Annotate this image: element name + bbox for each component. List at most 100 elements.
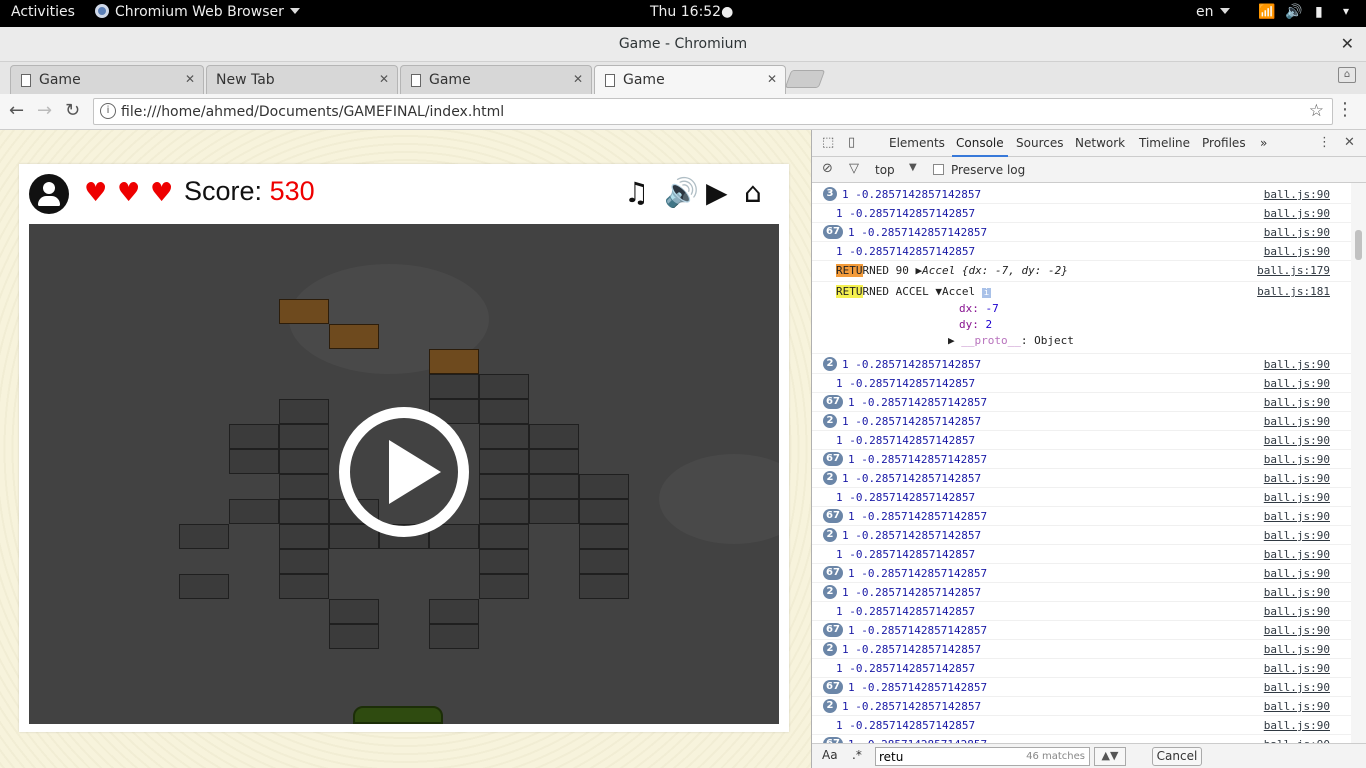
- console-row[interactable]: 1 -0.2857142857142857 ball.js:90: [812, 204, 1352, 223]
- search-field[interactable]: 46 matches: [875, 747, 1090, 766]
- source-link[interactable]: ball.js:90: [1264, 510, 1330, 523]
- search-prev-next-icon[interactable]: ▲▼: [1094, 747, 1126, 766]
- devtools-menu-icon[interactable]: ⋮: [1318, 135, 1331, 150]
- source-link[interactable]: ball.js:90: [1264, 358, 1330, 371]
- more-tabs-icon[interactable]: »: [1260, 136, 1267, 150]
- console-row[interactable]: 2 1 -0.2857142857142857 ball.js:90: [812, 697, 1352, 716]
- console-row[interactable]: 1 -0.2857142857142857 ball.js:90: [812, 716, 1352, 735]
- tab-sources[interactable]: Sources: [1016, 136, 1063, 150]
- console-row-returned-accel[interactable]: RETURNED ACCEL ▼Accel i dx: -7 dy: 2 ▶ _…: [812, 282, 1352, 354]
- chevron-down-icon[interactable]: ▼: [909, 162, 917, 173]
- app-menu[interactable]: Chromium Web Browser: [95, 4, 300, 20]
- console-row[interactable]: 671 -0.2857142857142857ball.js:90: [812, 507, 1352, 526]
- console-row[interactable]: 2 1 -0.2857142857142857 ball.js:90: [812, 355, 1352, 374]
- prop-proto[interactable]: ▶ __proto__: Object: [948, 334, 1074, 347]
- source-link[interactable]: ball.js:90: [1264, 245, 1330, 258]
- tab-close-icon[interactable]: ✕: [767, 72, 777, 86]
- console-row[interactable]: 1 -0.2857142857142857 ball.js:90: [812, 602, 1352, 621]
- source-link[interactable]: ball.js:90: [1264, 207, 1330, 220]
- inspect-element-icon[interactable]: ⬚: [822, 135, 834, 150]
- avatar-icon[interactable]: [29, 174, 69, 214]
- tab-elements[interactable]: Elements: [889, 136, 945, 150]
- console-row[interactable]: 671 -0.2857142857142857ball.js:90: [812, 223, 1352, 242]
- forward-icon[interactable]: →: [37, 100, 52, 121]
- new-tab-button[interactable]: [784, 70, 826, 88]
- console-row[interactable]: 1 -0.2857142857142857 ball.js:90: [812, 431, 1352, 450]
- source-link[interactable]: ball.js:179: [1257, 264, 1330, 277]
- tab-new-tab[interactable]: New Tab ✕: [206, 65, 398, 94]
- search-input[interactable]: [879, 749, 1019, 765]
- home-icon[interactable]: ⌂: [744, 178, 762, 208]
- console-row[interactable]: 2 1 -0.2857142857142857 ball.js:90: [812, 526, 1352, 545]
- window-close-icon[interactable]: ✕: [1341, 34, 1354, 53]
- tab-profiles[interactable]: Profiles: [1202, 136, 1246, 150]
- console-scrollbar[interactable]: [1351, 183, 1366, 743]
- console-row[interactable]: 2 1 -0.2857142857142857 ball.js:90: [812, 583, 1352, 602]
- console-row[interactable]: 2 1 -0.2857142857142857 ball.js:90: [812, 640, 1352, 659]
- device-mode-icon[interactable]: ▯: [848, 135, 855, 150]
- source-link[interactable]: ball.js:181: [1257, 285, 1330, 298]
- info-icon[interactable]: i: [100, 103, 116, 119]
- console-row[interactable]: 1 -0.2857142857142857 ball.js:90: [812, 488, 1352, 507]
- preserve-log-checkbox[interactable]: [933, 164, 944, 175]
- source-link[interactable]: ball.js:90: [1264, 586, 1330, 599]
- source-link[interactable]: ball.js:90: [1264, 719, 1330, 732]
- console-row[interactable]: 671 -0.2857142857142857ball.js:90: [812, 393, 1352, 412]
- clock[interactable]: Thu 16:52●: [650, 4, 733, 20]
- play-overlay-button[interactable]: [339, 407, 469, 537]
- context-selector[interactable]: top: [875, 163, 895, 177]
- console-row[interactable]: 671 -0.2857142857142857ball.js:90: [812, 735, 1352, 743]
- console-row[interactable]: 671 -0.2857142857142857ball.js:90: [812, 450, 1352, 469]
- speaker-icon[interactable]: 🔊: [1285, 4, 1302, 20]
- reload-icon[interactable]: ↻: [65, 100, 80, 121]
- tab-game-1[interactable]: Game ✕: [10, 65, 204, 94]
- volume-icon[interactable]: 🔊: [664, 178, 699, 208]
- url-input[interactable]: [121, 102, 1271, 122]
- scrollbar-thumb[interactable]: [1355, 230, 1362, 260]
- filter-icon[interactable]: ▽: [849, 161, 859, 176]
- source-link[interactable]: ball.js:90: [1264, 472, 1330, 485]
- music-icon[interactable]: ♫: [624, 178, 649, 208]
- bookmark-star-icon[interactable]: ☆: [1309, 101, 1324, 121]
- source-link[interactable]: ball.js:90: [1264, 681, 1330, 694]
- source-link[interactable]: ball.js:90: [1264, 377, 1330, 390]
- source-link[interactable]: ball.js:90: [1264, 567, 1330, 580]
- regex-toggle[interactable]: .*: [852, 748, 862, 762]
- console-row[interactable]: 671 -0.2857142857142857ball.js:90: [812, 564, 1352, 583]
- source-link[interactable]: ball.js:90: [1264, 396, 1330, 409]
- console-row[interactable]: 671 -0.2857142857142857ball.js:90: [812, 621, 1352, 640]
- match-case-toggle[interactable]: Aa: [822, 748, 838, 762]
- source-link[interactable]: ball.js:90: [1264, 700, 1330, 713]
- console-row[interactable]: 1 -0.2857142857142857 ball.js:90: [812, 659, 1352, 678]
- tab-close-icon[interactable]: ✕: [573, 72, 583, 86]
- source-link[interactable]: ball.js:90: [1264, 226, 1330, 239]
- play-icon[interactable]: ▶: [706, 178, 728, 208]
- tab-network[interactable]: Network: [1075, 136, 1125, 150]
- language-menu[interactable]: en: [1196, 4, 1230, 20]
- source-link[interactable]: ball.js:90: [1264, 529, 1330, 542]
- devtools-close-icon[interactable]: ✕: [1344, 135, 1355, 150]
- source-link[interactable]: ball.js:90: [1264, 643, 1330, 656]
- address-bar[interactable]: i ☆: [93, 98, 1333, 125]
- tab-game-2[interactable]: Game ✕: [400, 65, 592, 94]
- console-row[interactable]: 1 -0.2857142857142857 ball.js:90: [812, 545, 1352, 564]
- game-canvas[interactable]: [29, 224, 779, 724]
- tab-close-icon[interactable]: ✕: [185, 72, 195, 86]
- tab-game-active[interactable]: Game ✕: [594, 65, 786, 94]
- source-link[interactable]: ball.js:90: [1264, 453, 1330, 466]
- tab-console[interactable]: Console: [952, 136, 1008, 157]
- source-link[interactable]: ball.js:90: [1264, 434, 1330, 447]
- system-menu-icon[interactable]: ▾: [1343, 4, 1349, 18]
- cancel-button[interactable]: Cancel: [1152, 747, 1202, 766]
- console-row[interactable]: 1 -0.2857142857142857 ball.js:90: [812, 374, 1352, 393]
- console-row[interactable]: 671 -0.2857142857142857ball.js:90: [812, 678, 1352, 697]
- source-link[interactable]: ball.js:90: [1264, 188, 1330, 201]
- console-row-returned-90[interactable]: RETURNED 90 ▶Accel {dx: -7, dy: -2} ball…: [812, 261, 1352, 282]
- console-row[interactable]: 2 1 -0.2857142857142857 ball.js:90: [812, 412, 1352, 431]
- tab-timeline[interactable]: Timeline: [1139, 136, 1190, 150]
- source-link[interactable]: ball.js:90: [1264, 662, 1330, 675]
- profile-icon[interactable]: ⌂: [1338, 67, 1356, 83]
- console-row[interactable]: 2 1 -0.2857142857142857 ball.js:90: [812, 469, 1352, 488]
- back-icon[interactable]: ←: [9, 100, 24, 121]
- browser-menu-icon[interactable]: ⋮: [1336, 99, 1354, 120]
